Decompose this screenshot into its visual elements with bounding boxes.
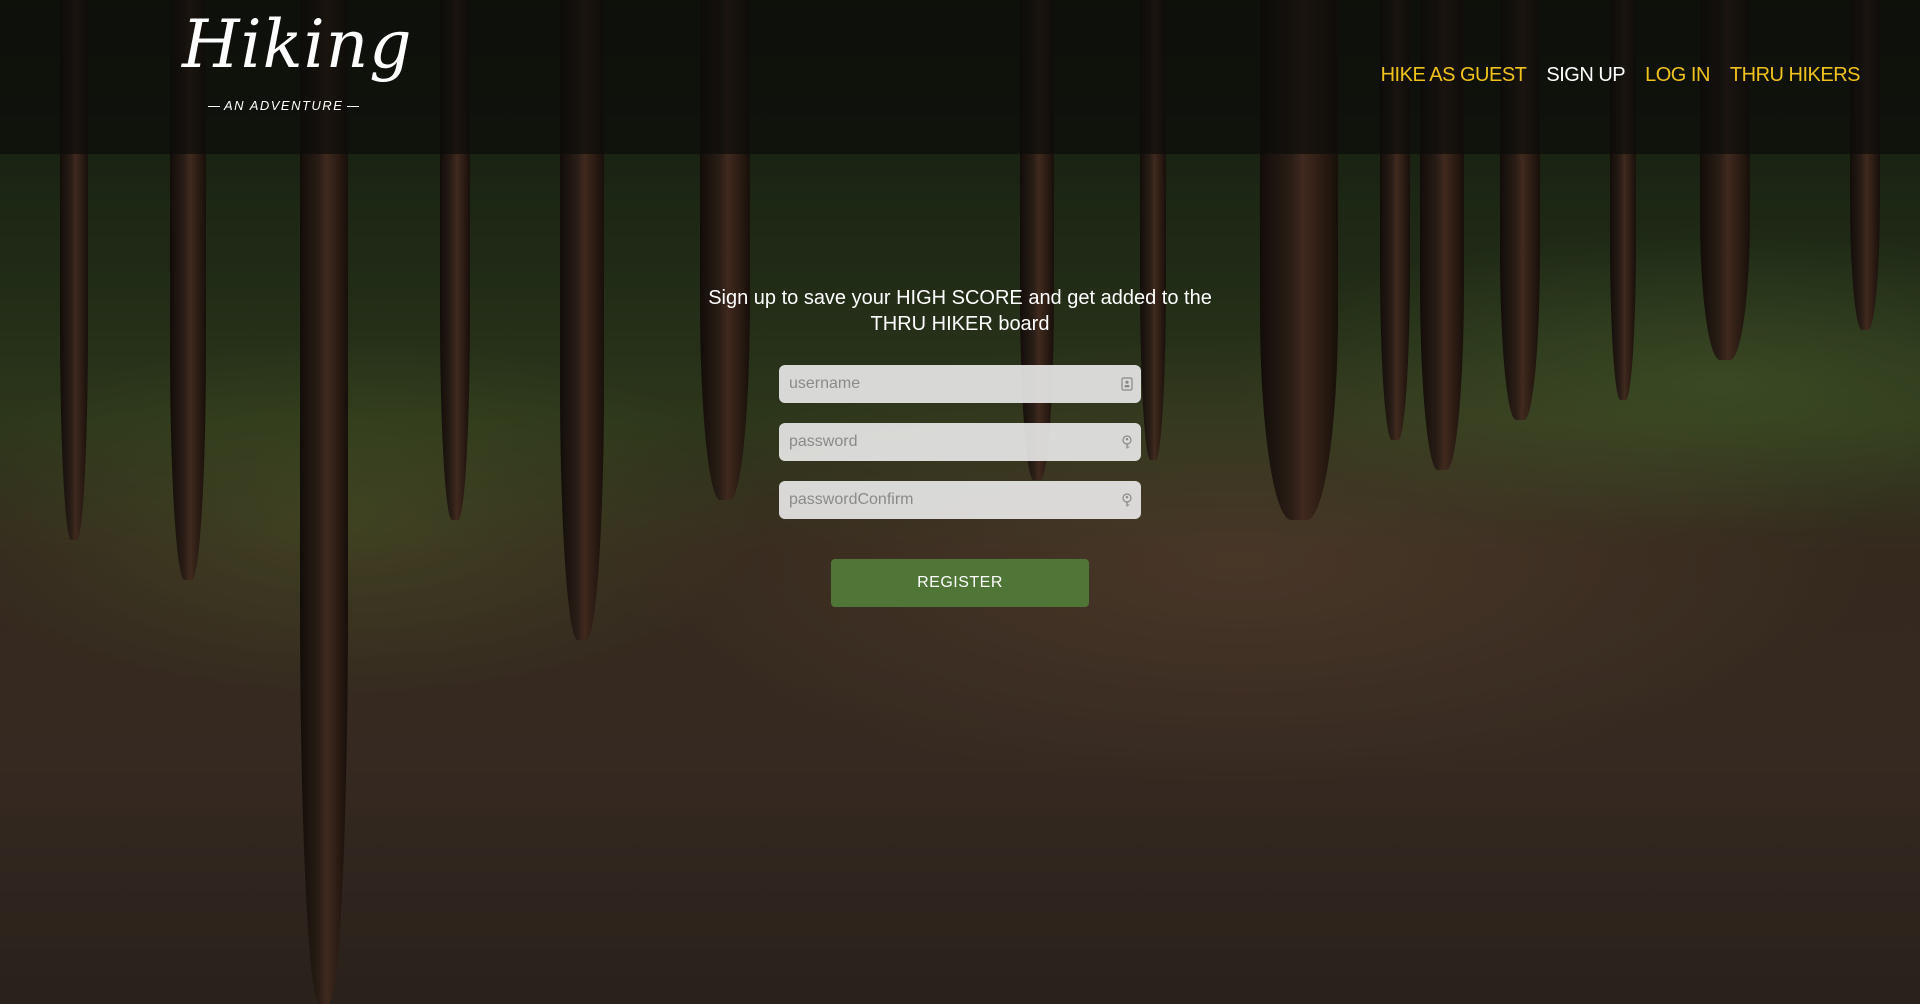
password-confirm-input[interactable] — [779, 481, 1109, 519]
signup-form: Sign up to save your HIGH SCORE and get … — [0, 285, 1920, 607]
page: Hiking AN ADVENTURE HIKE AS GUEST SIGN U… — [0, 0, 1920, 1004]
nav-log-in[interactable]: LOG IN — [1645, 64, 1710, 87]
hiking-logo[interactable]: Hiking AN ADVENTURE — [182, 12, 412, 138]
site-header: Hiking AN ADVENTURE HIKE AS GUEST SIGN U… — [0, 0, 1920, 154]
main-nav: HIKE AS GUEST SIGN UP LOG IN THRU HIKERS — [1381, 64, 1861, 87]
contact-card-icon — [1121, 377, 1133, 391]
password-confirm-field — [779, 481, 1141, 519]
key-icon — [1122, 435, 1132, 449]
username-input[interactable] — [779, 365, 1109, 403]
logo-tagline: AN ADVENTURE — [204, 98, 363, 113]
nav-sign-up[interactable]: SIGN UP — [1546, 64, 1625, 87]
password-input[interactable] — [779, 423, 1109, 461]
key-icon — [1122, 493, 1132, 507]
register-button[interactable]: REGISTER — [831, 559, 1089, 607]
username-field — [779, 365, 1141, 403]
nav-hike-as-guest[interactable]: HIKE AS GUEST — [1381, 64, 1527, 87]
password-field — [779, 423, 1141, 461]
signup-headline: Sign up to save your HIGH SCORE and get … — [708, 287, 1212, 335]
nav-thru-hikers[interactable]: THRU HIKERS — [1730, 64, 1861, 87]
logo-title: Hiking — [182, 6, 413, 83]
